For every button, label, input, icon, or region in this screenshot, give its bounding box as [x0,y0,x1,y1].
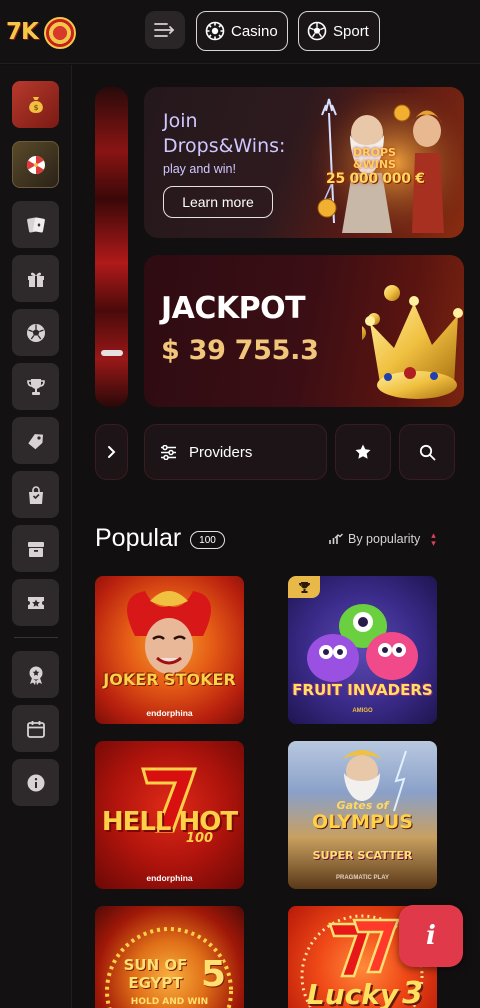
sidebar-item-tournaments[interactable] [12,363,59,410]
sidebar-item-promotions[interactable] [12,417,59,464]
promo-art-title: DROPS &WINS [353,147,396,171]
sidebar: $ [0,65,72,1008]
crown-illustration [362,285,463,399]
sidebar-item-shop[interactable] [12,471,59,518]
site-logo[interactable]: 7K [6,14,76,52]
money-bag-icon: $ [28,96,43,113]
search-icon [419,444,435,460]
jackpot-amount: $ 39 755.3 [161,335,319,366]
promo-subtitle: play and win! [163,162,236,176]
sort-label: By popularity [348,532,421,546]
soccer-ball-icon [26,323,45,342]
providers-label: Providers [189,443,253,461]
drops-wins-banner[interactable]: Join Drops&Wins: play and win! Learn mor… [144,87,464,238]
logo-chip-icon [44,17,76,49]
sidebar-item-vip[interactable] [12,579,59,626]
game-provider: endorphina [146,873,193,883]
sidebar-item-wheel[interactable] [12,141,59,188]
favorites-button[interactable] [335,424,391,480]
sidebar-item-info[interactable] [12,759,59,806]
wheel-icon [26,155,45,174]
jackpot-banner[interactable]: JACKPOT $ 39 755.3 [144,255,464,407]
game-tile[interactable]: SUN OF EGYPT 5 HOLD AND WIN [95,906,244,1008]
menu-toggle-button[interactable] [145,11,185,49]
sort-caret-icon: ▴ ▾ [431,530,436,548]
casino-nav-label: Casino [231,22,278,40]
sidebar-item-achievements[interactable] [12,651,59,698]
game-title: FRUIT INVADERS [292,681,433,699]
providers-button[interactable]: Providers [144,424,327,480]
sidebar-item-calendar[interactable] [12,705,59,752]
promo-title: Join Drops&Wins: [163,110,286,157]
game-tile[interactable]: FRUIT INVADERS AMIGO [288,576,437,724]
sort-chart-icon [329,533,343,544]
badge-icon [29,666,42,685]
jackpot-title: JACKPOT [161,291,306,326]
chevron-right-icon [107,446,115,458]
section-title: Popular [95,524,182,552]
svg-text:$: $ [33,104,38,112]
game-count-badge: 100 [190,531,225,549]
game-title-number: 100 [185,831,214,846]
cards-icon [26,216,45,233]
sidebar-item-cards[interactable] [12,201,59,248]
archive-box-icon [27,541,44,557]
promo-art-amount: 25 000 000 € [326,171,425,187]
sort-dropdown[interactable]: By popularity ▴ ▾ [329,530,436,548]
sidebar-item-archive[interactable] [12,525,59,572]
game-title-number: 5 [200,954,227,995]
game-title-subtitle: HOLD AND WIN [130,997,209,1007]
promo-art-line2: &WINS [353,158,396,171]
game-title-subtitle: SUPER SCATTER [312,849,413,862]
sport-nav-button[interactable]: Sport [298,11,380,51]
monsters-artwork [307,604,418,682]
calendar-icon [26,720,45,738]
game-title: JOKER STOKER [103,670,236,689]
game-provider: PRAGMATIC PLAY [335,875,389,881]
game-provider: endorphina [146,708,193,718]
casino-nav-button[interactable]: Casino [196,11,288,51]
casino-chip-icon [205,21,225,41]
joker-artwork [127,591,211,674]
search-button[interactable] [399,424,455,480]
info-chat-button[interactable]: i [399,905,463,967]
filter-sliders-icon [161,444,176,460]
game-tile[interactable]: Gates of OLYMPUS SUPER SCATTER PRAGMATIC… [288,741,437,889]
game-tile[interactable]: JOKER STOKER endorphina [95,576,244,724]
game-title-number: 3 [402,976,423,1008]
info-icon [27,774,44,791]
top-bar: 7K Casino Sport [0,0,480,64]
learn-more-button[interactable]: Learn more [163,186,273,218]
sidebar-expand-button[interactable] [95,424,128,480]
banner-carousel-preview[interactable] [95,87,128,407]
shopping-bag-icon [28,485,43,504]
menu-collapse-icon [154,23,175,37]
game-tile[interactable]: HELL HOT 100 endorphina [95,741,244,889]
sidebar-item-gifts[interactable] [12,255,59,302]
ticket-icon [27,433,43,449]
trophy-icon [26,378,45,395]
sidebar-item-sport[interactable] [12,309,59,356]
gift-icon [27,272,44,287]
sport-nav-label: Sport [333,22,369,40]
soccer-ball-icon [307,21,327,41]
game-provider: AMIGO [352,708,373,714]
star-icon [355,444,371,459]
sidebar-item-wallet[interactable]: $ [12,81,59,128]
game-title: OLYMPUS [311,811,413,833]
carousel-indicator[interactable] [101,350,123,356]
logo-text: 7K [6,19,39,45]
sidebar-divider [14,637,58,638]
star-ticket-icon [27,596,44,609]
